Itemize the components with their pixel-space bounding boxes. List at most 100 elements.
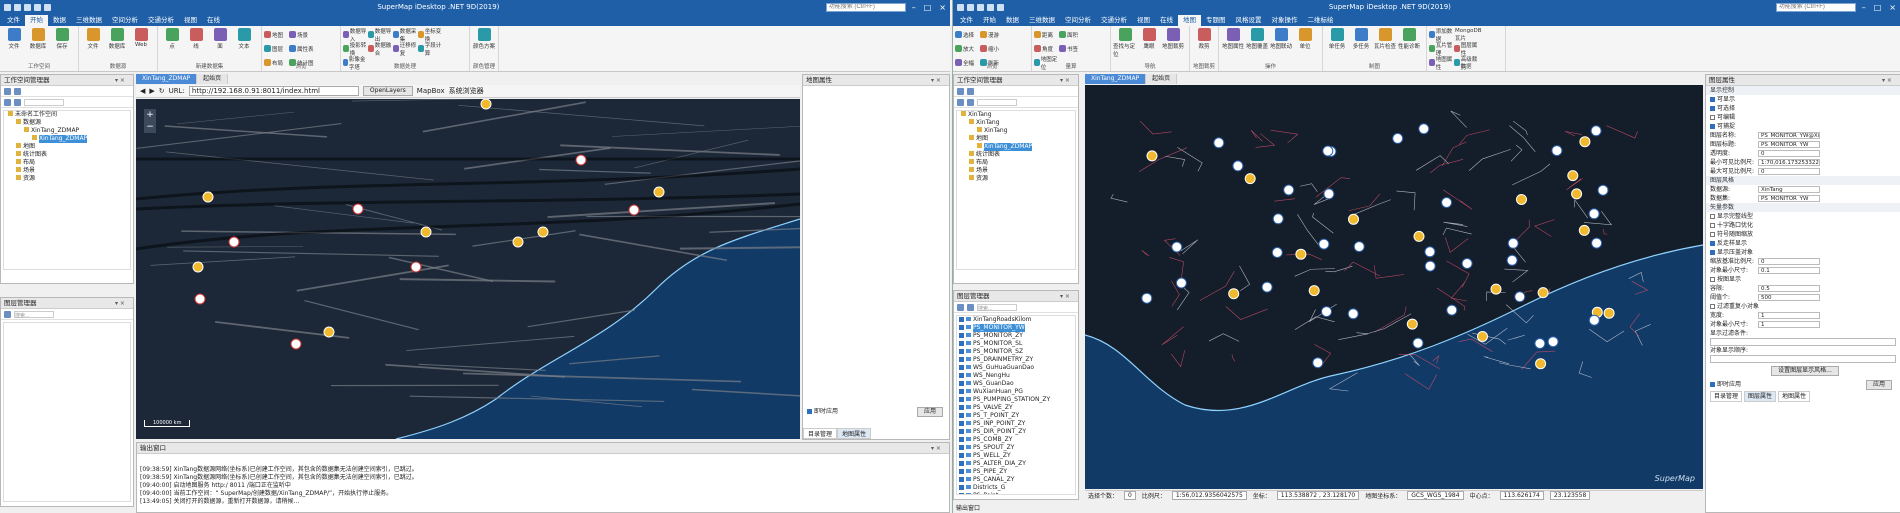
layer-visible-checkbox[interactable] [959, 349, 964, 354]
ribbon-button[interactable]: 场景 [289, 28, 314, 42]
ribbon-button[interactable]: 数据导出 [368, 28, 393, 43]
option-checkbox[interactable]: 显示完整线型 [1706, 212, 1900, 221]
function-search-input[interactable] [1775, 2, 1856, 12]
ribbon-button[interactable]: 点 [160, 28, 184, 50]
option-checkbox[interactable]: 可捕捉 [1706, 122, 1900, 131]
doc-tab[interactable]: XinTang_ZDMAP [136, 74, 198, 84]
ribbon-button[interactable]: 保存 [50, 28, 74, 50]
ribbon-button[interactable]: 地图覆盖 [1245, 28, 1269, 50]
eye-icon[interactable] [966, 461, 971, 465]
layers-icon[interactable] [967, 98, 974, 106]
ribbon-button[interactable]: 添加数据 [1429, 28, 1454, 43]
ribbon-button[interactable]: 颜色方案 [472, 28, 496, 50]
monitor-station-icon[interactable] [1424, 246, 1436, 258]
monitor-station-icon[interactable] [1272, 213, 1284, 225]
menu-tab[interactable]: 地图 [1178, 15, 1201, 26]
props-tab[interactable]: 地图属性 [1778, 391, 1811, 402]
monitor-station-icon[interactable] [628, 204, 640, 216]
monitor-warning-icon[interactable] [1490, 283, 1502, 295]
monitor-station-icon[interactable] [1171, 241, 1183, 253]
layer-item[interactable]: PS_DIR_POINT_ZY [957, 428, 1075, 436]
layer-item[interactable]: PS_MONITOR_YW [957, 324, 1075, 332]
layer-visible-checkbox[interactable] [959, 413, 964, 418]
monitor-warning-icon[interactable] [192, 261, 204, 273]
layer-item[interactable]: PS_CANAL_ZY [957, 476, 1075, 484]
refresh-icon[interactable]: ↻ [159, 87, 165, 95]
ribbon-button[interactable]: Web [129, 28, 153, 50]
open-icon[interactable] [14, 3, 21, 11]
monitor-station-icon[interactable] [575, 154, 587, 166]
monitor-warning-icon[interactable] [1579, 136, 1591, 148]
menu-tab[interactable]: 交通分析 [143, 15, 179, 26]
function-search-input[interactable] [825, 2, 906, 12]
panel-close-icon[interactable]: ▾ × [115, 75, 133, 85]
ribbon-button[interactable]: 鹰眼 [1137, 28, 1161, 58]
close-icon[interactable]: × [939, 3, 946, 12]
prop-input[interactable]: 500 [1758, 294, 1820, 301]
monitor-station-icon[interactable] [1347, 308, 1359, 320]
tree-node[interactable]: 资源 [4, 175, 130, 183]
monitor-station-icon[interactable] [1412, 337, 1424, 349]
layer-visible-checkbox[interactable] [959, 445, 964, 450]
ribbon-button[interactable]: 性能诊断 [1397, 28, 1421, 50]
monitor-station-icon[interactable] [1446, 304, 1458, 316]
ribbon-button[interactable]: 文件 [81, 28, 105, 50]
ribbon-button[interactable]: 地图联动 [1269, 28, 1293, 50]
zoom-out-button[interactable]: − [144, 121, 156, 133]
ribbon-button[interactable]: 裁剪 [1192, 28, 1216, 50]
eye-icon[interactable] [966, 421, 971, 425]
monitor-station-icon[interactable] [1588, 208, 1600, 220]
option-checkbox[interactable]: 按图显示 [1706, 275, 1900, 284]
apply-button[interactable]: 应用 [916, 407, 943, 417]
layer-visible-checkbox[interactable] [959, 373, 964, 378]
layer-visible-checkbox[interactable] [959, 453, 964, 458]
layer-item[interactable]: PS_Point [957, 492, 1075, 494]
layer-item[interactable]: PS_INP_POINT_ZY [957, 420, 1075, 428]
monitor-station-icon[interactable] [1588, 314, 1600, 326]
eye-icon[interactable] [966, 325, 971, 329]
layer-visible-checkbox[interactable] [959, 325, 964, 330]
remove-layer-icon[interactable] [967, 303, 974, 311]
tree-node[interactable]: 统计图表 [4, 151, 130, 159]
eye-icon[interactable] [966, 485, 971, 489]
layer-item[interactable]: PS_VALVE_ZY [957, 404, 1075, 412]
monitor-station-icon[interactable] [194, 293, 206, 305]
ribbon-button[interactable]: 数据库 [105, 28, 129, 50]
tree-node[interactable]: 资源 [957, 175, 1075, 183]
tree-node[interactable]: 地图 [4, 143, 130, 151]
prop-input[interactable]: PS_MONITOR_YW [1758, 195, 1820, 202]
ribbon-button[interactable]: 瓦片管理 [1429, 42, 1454, 57]
monitor-warning-icon[interactable] [323, 326, 335, 338]
layer-visible-checkbox[interactable] [959, 469, 964, 474]
monitor-warning-icon[interactable] [1146, 150, 1158, 162]
monitor-warning-icon[interactable] [653, 186, 665, 198]
prop-input[interactable]: 0 [1758, 168, 1820, 175]
layer-item[interactable]: WuXianHuan_PG [957, 388, 1075, 396]
ribbon-button[interactable]: 缩小 [980, 42, 1005, 56]
ribbon-button[interactable]: 图层属性 [1454, 42, 1479, 57]
eye-icon[interactable] [966, 429, 971, 433]
tree-search-input[interactable] [24, 98, 64, 106]
ribbon-button[interactable]: 放大 [955, 42, 980, 56]
eye-icon[interactable] [966, 317, 971, 321]
menu-tab[interactable]: 空间分析 [1060, 15, 1096, 26]
minimize-icon[interactable]: – [912, 3, 916, 12]
menu-tab[interactable]: 开始 [25, 15, 48, 26]
monitor-station-icon[interactable] [1322, 145, 1334, 157]
monitor-station-icon[interactable] [1141, 292, 1153, 304]
monitor-station-icon[interactable] [1551, 145, 1563, 157]
layer-item[interactable]: PS_MONITOR_SZ [957, 348, 1075, 356]
layer-item[interactable]: PS_ALTER_DIA_ZY [957, 460, 1075, 468]
open-icon[interactable] [957, 87, 964, 95]
monitor-station-icon[interactable] [1507, 237, 1519, 249]
layer-item[interactable]: PS_MONITOR_SL [957, 340, 1075, 348]
monitor-station-icon[interactable] [1392, 132, 1404, 144]
ribbon-button[interactable]: 数据融合 [368, 42, 393, 57]
new-icon[interactable] [4, 3, 11, 11]
monitor-station-icon[interactable] [1213, 137, 1225, 149]
quick-access-toolbar[interactable] [957, 3, 1004, 11]
doc-tab[interactable]: 起始页 [197, 74, 229, 84]
layer-search-input[interactable]: 搜索... [14, 310, 54, 319]
layer-visible-checkbox[interactable] [959, 381, 964, 386]
tree-node[interactable]: XinTang [957, 119, 1075, 127]
